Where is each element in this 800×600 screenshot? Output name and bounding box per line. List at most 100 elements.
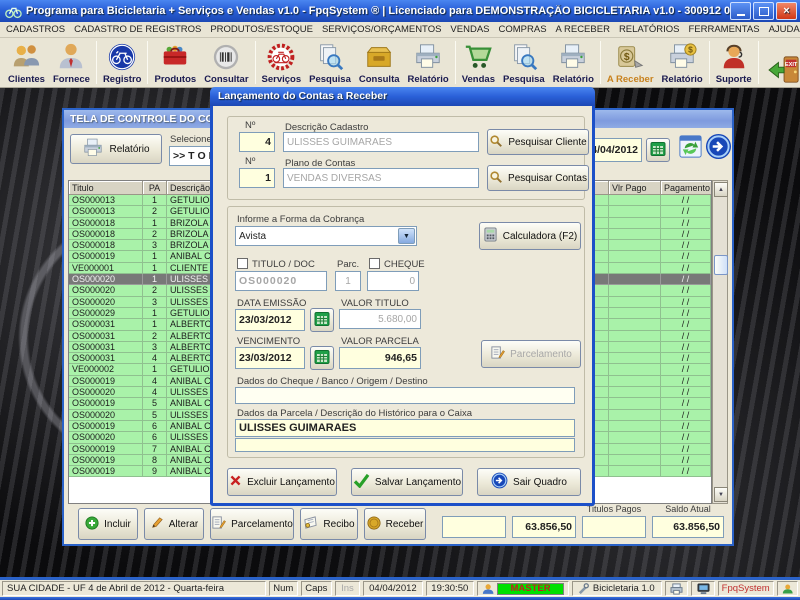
minimize-button[interactable] [730,2,751,20]
status-bar: SUA CIDADE - UF 4 de Abril de 2012 - Qua… [0,580,800,597]
due-calendar-button[interactable] [310,346,334,370]
toolbar-relatorio-button[interactable]: Relatório [404,38,453,87]
scroll-up-icon[interactable]: ▲ [714,182,728,197]
dialog-exit-button[interactable]: Sair Quadro [477,468,581,496]
cell: / / [661,206,711,217]
header-vlr-pago[interactable]: Vlr Pago [609,181,661,195]
toolbar-produtos-button[interactable]: Produtos [150,38,200,87]
cheque-checkbox[interactable] [369,258,380,269]
cell: OS000013 [69,195,143,206]
menu-cadastros[interactable]: CADASTROS [6,24,65,35]
cell: / / [661,218,711,229]
toolbar-vendas-button[interactable]: Vendas [458,38,499,87]
menu-a-receber[interactable]: A RECEBER [556,24,610,35]
toolbar-pesquisa-button[interactable]: Pesquisa [499,38,549,87]
menu-cadastro-de-registros[interactable]: CADASTRO DE REGISTROS [74,24,201,35]
cell: / / [661,342,711,353]
scroll-down-icon[interactable]: ▼ [714,487,728,502]
billing-combo[interactable]: Avista ▼ [235,226,417,246]
alterar-button[interactable]: Alterar [144,508,204,540]
due-date-field[interactable]: 23/03/2012 [235,347,305,369]
client-desc-field[interactable]: ULISSES GUIMARAES [283,132,479,152]
delete-entry-button[interactable]: Excluir Lançamento [227,468,337,496]
cell: 6 [143,421,167,432]
recibo-button[interactable]: Recibo [300,508,358,540]
menu-vendas[interactable]: VENDAS [450,24,489,35]
menu-relatorios[interactable]: RELATÓRIOS [619,24,680,35]
client-no-label: Nº [245,120,255,131]
printer-icon [413,41,443,73]
account-field[interactable]: VENDAS DIVERSAS [283,168,479,188]
refresh-icon [677,133,704,163]
search-docs-icon [509,41,539,73]
status-app-panel: Bicicletaria 1.0 [572,581,662,596]
menu-ajuda[interactable]: AJUDA [769,24,800,35]
parcel-value-field[interactable]: 946,65 [339,347,421,369]
calculator-button[interactable]: Calculadora (F2) [479,222,581,250]
cell: / / [661,455,711,466]
report-button[interactable]: Relatório [70,134,162,164]
toolbar-suporte-button[interactable]: Suporte [712,38,756,87]
cell: 8 [143,455,167,466]
status-computer-panel[interactable] [691,581,714,596]
menu-compras[interactable]: COMPRAS [499,24,547,35]
green-check-icon [353,473,370,491]
toolbar-fornece-button[interactable]: Fornece [49,38,94,87]
cell: / / [661,432,711,443]
parc-field[interactable]: 1 [335,271,361,291]
toolbar-relatorio-button[interactable]: Relatório [549,38,598,87]
close-button[interactable]: × [776,2,797,20]
clients-icon [11,41,41,73]
receber-button[interactable]: Receber [364,508,426,540]
history-field[interactable]: ULISSES GUIMARAES [235,419,575,437]
header-titulo[interactable]: Titulo [69,181,143,195]
toolbar-exit-button[interactable]: EXIT [761,38,800,87]
chevron-down-icon[interactable]: ▼ [398,228,415,244]
support-icon [719,41,749,73]
emission-calendar-button[interactable] [310,308,334,332]
emission-date-field[interactable]: 23/03/2012 [235,309,305,331]
history-field-2[interactable] [235,438,575,452]
cell: VE000001 [69,263,143,274]
titulo-doc-checkbox[interactable] [237,258,248,269]
menu-servicos-orcamentos[interactable]: SERVIÇOS/ORÇAMENTOS [322,24,441,35]
scrollbar-thumb[interactable] [714,255,728,275]
doc-number-field[interactable]: OS000020 [235,271,327,291]
cell: 5 [143,410,167,421]
client-no-field[interactable]: 4 [239,132,275,152]
toolbar-a-receber-button[interactable]: $A Receber [603,38,658,87]
cell: OS000031 [69,342,143,353]
search-client-button[interactable]: Pesquisar Cliente [487,129,589,155]
toolbar-consulta-button[interactable]: Consulta [355,38,404,87]
search-account-button[interactable]: Pesquisar Contas [487,165,589,191]
cheque-count-field[interactable]: 0 [367,271,419,291]
toolbar-relatorio-button[interactable]: $Relatório [658,38,707,87]
control-exit-arrow-button[interactable] [704,134,732,162]
toolbar-pesquisa-button[interactable]: Pesquisa [305,38,355,87]
incluir-button[interactable]: Incluir [78,508,138,540]
control-calendar-button[interactable] [646,138,670,162]
header-pa[interactable]: PA [143,181,167,195]
cheque-info-field[interactable] [235,387,575,404]
table-scrollbar[interactable]: ▲ ▼ [712,180,728,504]
toolbar-consultar-button[interactable]: Consultar [200,38,252,87]
titulo-value-field[interactable]: 5.680,00 [339,309,421,329]
status-printer-panel[interactable] [665,581,688,596]
toolbar-clientes-button[interactable]: Clientes [4,38,49,87]
cell [609,297,661,308]
toolbar-servicos-button[interactable]: Serviços [258,38,306,87]
cell: OS000018 [69,229,143,240]
header-pagamento[interactable]: Pagamento [661,181,711,195]
toolbar-registro-button[interactable]: Registro [99,38,146,87]
menu-ferramentas[interactable]: FERRAMENTAS [688,24,759,35]
refresh-button[interactable] [676,134,704,162]
receipt-icon [303,515,318,533]
cell: 6 [143,432,167,443]
cell: OS000020 [69,387,143,398]
menu-produtos-estoque[interactable]: PRODUTOS/ESTOQUE [210,24,313,35]
installments-button[interactable]: Parcelamento [481,340,581,368]
restore-button[interactable] [753,2,774,20]
parcelamento-button[interactable]: Parcelamento [210,508,294,540]
save-entry-button[interactable]: Salvar Lançamento [351,468,463,496]
account-no-field[interactable]: 1 [239,168,275,188]
